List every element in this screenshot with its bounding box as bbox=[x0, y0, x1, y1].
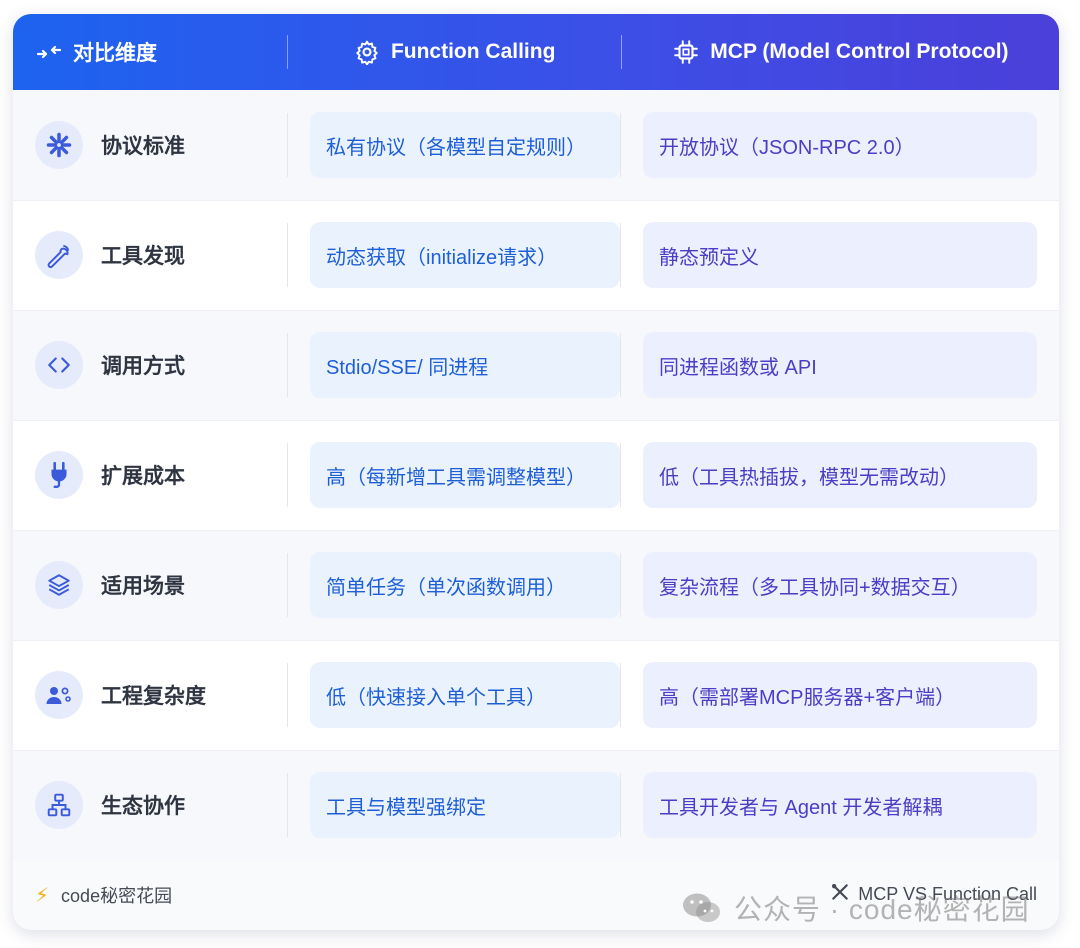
table-header: 对比维度 Function Calling MCP (Model Contro bbox=[13, 14, 1059, 90]
header-mcp: MCP (Model Control Protocol) bbox=[622, 14, 1059, 90]
function-calling-cell: 工具与模型强绑定 bbox=[310, 772, 620, 838]
header-mcp-label: MCP (Model Control Protocol) bbox=[710, 40, 1008, 64]
user-gears-icon bbox=[35, 671, 83, 719]
mcp-cell: 工具开发者与 Agent 开发者解耦 bbox=[643, 772, 1037, 838]
function-calling-cell: 简单任务（单次函数调用） bbox=[310, 552, 620, 618]
header-function-calling: Function Calling bbox=[288, 14, 621, 90]
layers-icon bbox=[35, 561, 83, 609]
function-calling-cell: 低（快速接入单个工具） bbox=[310, 662, 620, 728]
column-divider bbox=[620, 113, 621, 177]
mcp-cell: 低（工具热插拔，模型无需改动） bbox=[643, 442, 1037, 508]
footer-brand: ⚡ code秘密花园 bbox=[35, 882, 172, 908]
column-divider bbox=[620, 443, 621, 507]
row-label-text: 适用场景 bbox=[101, 570, 185, 600]
wechat-icon bbox=[680, 891, 724, 925]
row-label-text: 工具发现 bbox=[101, 240, 185, 270]
mcp-cell: 同进程函数或 API bbox=[643, 332, 1037, 398]
plug-icon bbox=[35, 451, 83, 499]
mcp-cell: 开放协议（JSON-RPC 2.0） bbox=[643, 112, 1037, 178]
mcp-cell: 高（需部署MCP服务器+客户端） bbox=[643, 662, 1037, 728]
chip-icon bbox=[672, 38, 700, 66]
function-calling-cell: 私有协议（各模型自定规则） bbox=[310, 112, 620, 178]
column-divider bbox=[287, 443, 288, 507]
comparison-card: 对比维度 Function Calling MCP (Model Contro bbox=[13, 14, 1059, 930]
mcp-cell: 复杂流程（多工具协同+数据交互） bbox=[643, 552, 1037, 618]
column-divider bbox=[620, 333, 621, 397]
network-icon bbox=[35, 781, 83, 829]
header-function-calling-label: Function Calling bbox=[391, 40, 555, 64]
column-divider bbox=[620, 773, 621, 837]
row-label-text: 工程复杂度 bbox=[101, 680, 206, 710]
table-row: 调用方式 Stdio/SSE/ 同进程 同进程函数或 API bbox=[13, 310, 1059, 420]
row-label-text: 扩展成本 bbox=[101, 460, 185, 490]
header-dimension-label: 对比维度 bbox=[73, 37, 157, 67]
header-dimension: 对比维度 bbox=[13, 14, 287, 90]
row-label-text: 调用方式 bbox=[101, 350, 185, 380]
column-divider bbox=[287, 553, 288, 617]
function-calling-cell: Stdio/SSE/ 同进程 bbox=[310, 332, 620, 398]
asterisk-icon bbox=[35, 121, 83, 169]
column-divider bbox=[620, 663, 621, 727]
column-divider bbox=[287, 663, 288, 727]
column-divider bbox=[287, 113, 288, 177]
function-calling-cell: 动态获取（initialize请求） bbox=[310, 222, 620, 288]
column-divider bbox=[287, 333, 288, 397]
wrench-icon bbox=[35, 231, 83, 279]
code-brackets-icon bbox=[35, 341, 83, 389]
row-label: 适用场景 bbox=[13, 561, 287, 609]
column-divider bbox=[287, 773, 288, 837]
watermark: 公众号 · code秘密花园 bbox=[680, 888, 1030, 928]
table-row: 适用场景 简单任务（单次函数调用） 复杂流程（多工具协同+数据交互） bbox=[13, 530, 1059, 640]
watermark-text: 公众号 · code秘密花园 bbox=[734, 888, 1030, 928]
table-row: 扩展成本 高（每新增工具需调整模型） 低（工具热插拔，模型无需改动） bbox=[13, 420, 1059, 530]
table-row: 工具发现 动态获取（initialize请求） 静态预定义 bbox=[13, 200, 1059, 310]
function-calling-cell: 高（每新增工具需调整模型） bbox=[310, 442, 620, 508]
row-label: 扩展成本 bbox=[13, 451, 287, 499]
row-label: 协议标准 bbox=[13, 121, 287, 169]
lightning-icon: ⚡ bbox=[35, 883, 49, 908]
compare-arrows-icon bbox=[35, 38, 63, 66]
mcp-cell: 静态预定义 bbox=[643, 222, 1037, 288]
gear-icon bbox=[353, 38, 381, 66]
table-row: 协议标准 私有协议（各模型自定规则） 开放协议（JSON-RPC 2.0） bbox=[13, 90, 1059, 200]
footer-brand-text: code秘密花园 bbox=[61, 882, 172, 908]
row-label: 工程复杂度 bbox=[13, 671, 287, 719]
table-row: 工程复杂度 低（快速接入单个工具） 高（需部署MCP服务器+客户端） bbox=[13, 640, 1059, 750]
row-label: 工具发现 bbox=[13, 231, 287, 279]
row-label: 生态协作 bbox=[13, 781, 287, 829]
column-divider bbox=[620, 223, 621, 287]
row-label-text: 生态协作 bbox=[101, 790, 185, 820]
column-divider bbox=[287, 223, 288, 287]
column-divider bbox=[620, 553, 621, 617]
row-label-text: 协议标准 bbox=[101, 130, 185, 160]
table-row: 生态协作 工具与模型强绑定 工具开发者与 Agent 开发者解耦 bbox=[13, 750, 1059, 860]
row-label: 调用方式 bbox=[13, 341, 287, 389]
